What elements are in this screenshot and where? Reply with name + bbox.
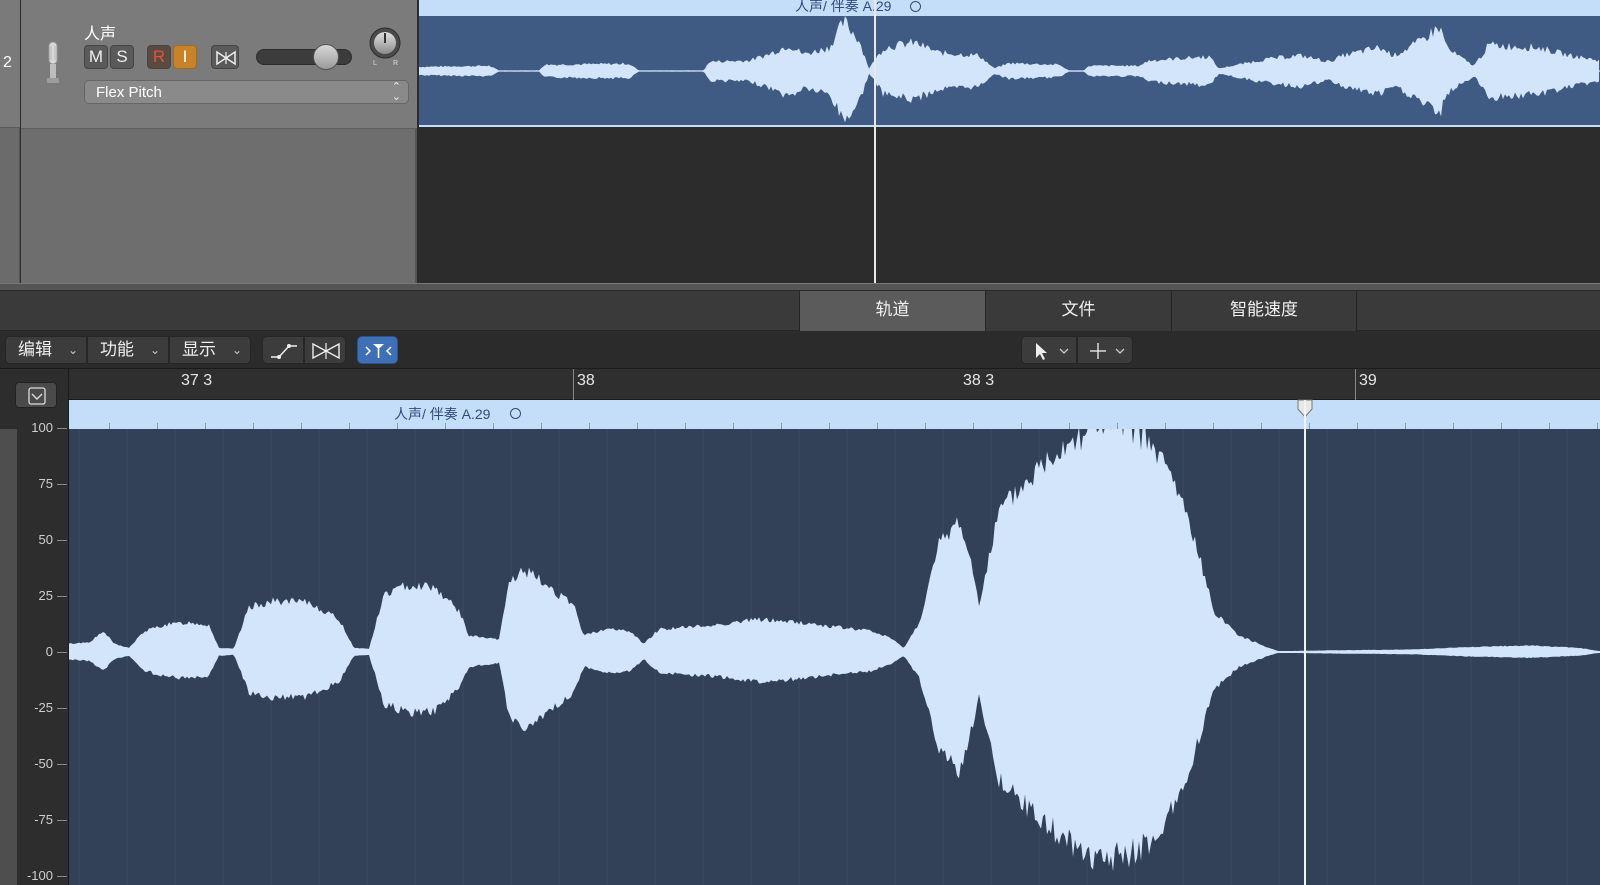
ruler-label: 37 3 [181, 372, 213, 389]
cmd-click-tool-select[interactable] [1077, 336, 1133, 364]
region-name: 人声/ 伴奏 A.29 [795, 0, 892, 14]
solo-button[interactable]: S [110, 45, 134, 69]
chevron-down-icon: ⌄ [149, 343, 160, 357]
amplitude-label: -50 [34, 756, 53, 771]
amplitude-label: 100 [31, 420, 53, 435]
track-header[interactable]: 人声 M S R I L R Flex Pitch ⌃ ⌄ [21, 0, 417, 129]
tab-smart-tempo[interactable]: 智能速度 [1171, 291, 1357, 331]
chevron-down-icon: ⌄ [231, 343, 242, 357]
catch-icon [312, 342, 340, 360]
amplitude-tick [57, 428, 67, 429]
amplitude-tick [57, 876, 67, 877]
ruler-bar-line [573, 369, 574, 400]
amplitude-tick [57, 820, 67, 821]
bar-ruler[interactable]: 37 3 38 38 3 39 [69, 369, 1600, 400]
collapse-icon [28, 387, 46, 405]
amplitude-label: 0 [45, 644, 53, 659]
edit-menu-label: 编辑 [18, 340, 52, 359]
editor-waveform-shape [69, 429, 1599, 872]
amplitude-tick [57, 764, 67, 765]
mute-button[interactable]: M [84, 45, 108, 69]
view-menu[interactable]: 显示 ⌄ [169, 336, 251, 364]
loop-icon [510, 408, 521, 419]
editor-tab-bar: 轨道 文件 智能速度 [0, 291, 1600, 331]
region-name-strip[interactable]: 人声/ 伴奏 A.29 [419, 0, 1600, 16]
ruler-label: 38 3 [963, 372, 995, 389]
input-monitor-button[interactable]: I [173, 45, 197, 69]
view-menu-label: 显示 [182, 340, 216, 359]
flex-icon [365, 344, 392, 358]
catch-button[interactable] [304, 336, 346, 364]
playhead-line[interactable] [1304, 400, 1306, 885]
functions-menu-label: 功能 [100, 340, 134, 359]
amplitude-tick [57, 540, 67, 541]
waveform-display[interactable] [69, 429, 1600, 885]
flex-mode-select[interactable]: Flex Pitch ⌃ ⌄ [84, 80, 409, 104]
volume-slider-knob[interactable] [313, 44, 339, 70]
ruler-label: 39 [1359, 372, 1377, 389]
tracks-area: 2 人声 M S R I L R Flex Pitch ⌃ ⌄ 人声/ 伴奏 A… [0, 0, 1600, 283]
amplitude-tick [57, 596, 67, 597]
amplitude-scale-strip [0, 429, 17, 885]
left-click-tool-select[interactable] [1021, 336, 1077, 364]
region-waveform-shape [419, 16, 1599, 123]
tab-track[interactable]: 轨道 [799, 291, 985, 331]
editor-waveform [69, 429, 1600, 885]
freeze-icon [216, 50, 236, 66]
playhead-line[interactable] [874, 0, 876, 283]
amplitude-label: -100 [26, 868, 53, 883]
automation-curve-button[interactable] [262, 336, 304, 364]
edit-menu[interactable]: 编辑 ⌄ [5, 336, 87, 364]
marquee-tool-icon [1090, 343, 1125, 359]
editor-side-column: 100 75 50 25 0 -25 -50 -75 -100 [0, 369, 69, 885]
flex-mode-value: Flex Pitch [96, 84, 162, 101]
amplitude-label: -25 [34, 700, 53, 715]
ruler-bar-line [1355, 369, 1356, 400]
track-number-column: 2 [0, 0, 20, 283]
chevron-down-icon: ⌄ [67, 343, 78, 357]
track-name[interactable]: 人声 [84, 20, 116, 44]
amplitude-tick [57, 708, 67, 709]
pan-right-label: R [393, 60, 398, 66]
track-number: 2 [3, 54, 12, 71]
region-header[interactable]: 人声/ 伴奏 A.29 [69, 400, 1600, 429]
amplitude-tick [57, 484, 67, 485]
collapse-button[interactable] [15, 382, 57, 408]
amplitude-label: -75 [34, 812, 53, 827]
region-name: 人声/ 伴奏 A.29 [394, 406, 491, 422]
select-arrows-icon: ⌃ ⌄ [391, 81, 401, 103]
region-waveform [419, 16, 1600, 123]
audio-region[interactable] [419, 16, 1600, 127]
curve-icon [271, 344, 297, 359]
amplitude-label: 75 [38, 476, 53, 491]
track-number-cell[interactable]: 2 [0, 0, 20, 128]
editor-toolbar: 编辑 ⌄ 功能 ⌄ 显示 ⌄ [0, 331, 1600, 369]
ruler-label: 38 [577, 372, 595, 389]
pan-left-label: L [373, 60, 377, 66]
mic-icon [47, 41, 59, 83]
flex-toggle-button[interactable] [357, 336, 398, 364]
pan-knob[interactable]: L R [367, 26, 403, 66]
amplitude-label: 50 [38, 532, 53, 547]
freeze-button[interactable] [211, 45, 239, 69]
amplitude-label: 25 [38, 588, 53, 603]
functions-menu[interactable]: 功能 ⌄ [87, 336, 169, 364]
record-enable-button[interactable]: R [147, 45, 171, 69]
track-header-column: 人声 M S R I L R Flex Pitch ⌃ ⌄ [21, 0, 417, 283]
tab-file[interactable]: 文件 [985, 291, 1171, 331]
pointer-tool-icon [1036, 343, 1069, 360]
empty-track-lane[interactable] [419, 129, 1600, 283]
amplitude-tick [57, 652, 67, 653]
pane-divider[interactable] [0, 283, 1600, 291]
loop-icon [910, 1, 921, 12]
audio-track-editor: 100 75 50 25 0 -25 -50 -75 -100 37 3 38 38 3 39 … [0, 369, 1600, 885]
